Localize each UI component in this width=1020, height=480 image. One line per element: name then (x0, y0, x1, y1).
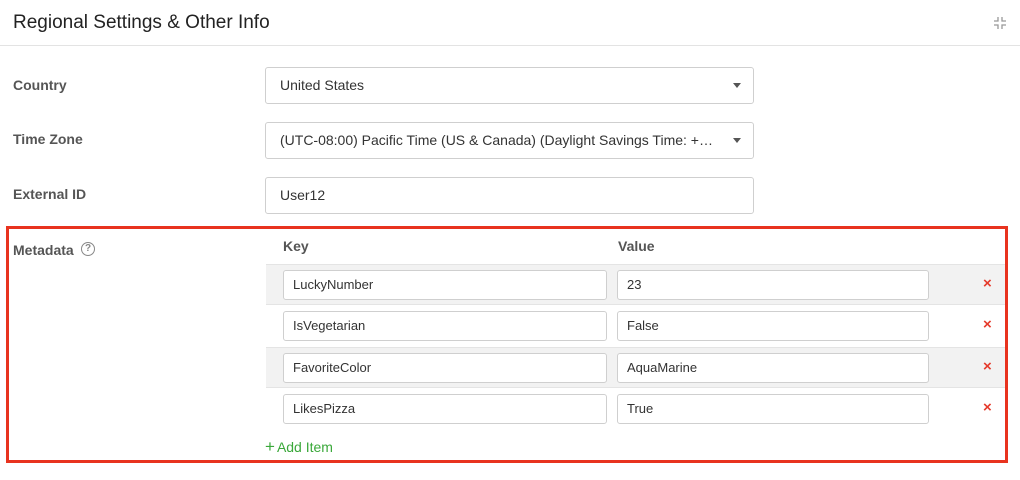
remove-row-icon[interactable]: × (983, 358, 992, 375)
metadata-key-input[interactable]: LuckyNumber (283, 270, 607, 300)
remove-row-icon[interactable]: × (983, 399, 992, 416)
metadata-row: LikesPizza True × (266, 389, 1005, 430)
country-select[interactable]: United States (265, 67, 754, 104)
metadata-key-input[interactable]: LikesPizza (283, 394, 607, 424)
external-id-input[interactable]: User12 (265, 177, 754, 214)
country-select-value: United States (280, 77, 365, 93)
timezone-select[interactable]: (UTC-08:00) Pacific Time (US & Canada) (… (265, 122, 754, 159)
metadata-value-input[interactable]: True (617, 394, 929, 424)
chevron-down-icon (733, 138, 741, 143)
metadata-value-input[interactable]: 23 (617, 270, 929, 300)
key-column-header: Key (283, 238, 309, 254)
metadata-row: FavoriteColor AquaMarine × (266, 347, 1005, 388)
metadata-value-input[interactable]: AquaMarine (617, 353, 929, 383)
timezone-select-value: (UTC-08:00) Pacific Time (US & Canada) (… (280, 132, 720, 148)
metadata-key-input[interactable]: IsVegetarian (283, 311, 607, 341)
metadata-row: LuckyNumber 23 × (266, 264, 1005, 305)
country-label: Country (13, 77, 67, 93)
collapse-icon[interactable] (993, 16, 1007, 30)
panel-header: Regional Settings & Other Info (0, 0, 1020, 46)
remove-row-icon[interactable]: × (983, 316, 992, 333)
value-column-header: Value (618, 238, 655, 254)
remove-row-icon[interactable]: × (983, 275, 992, 292)
metadata-value-input[interactable]: False (617, 311, 929, 341)
plus-icon: + (265, 437, 275, 456)
chevron-down-icon (733, 83, 741, 88)
timezone-label: Time Zone (13, 131, 83, 147)
add-item-button[interactable]: + Add Item (265, 437, 333, 457)
add-item-label: Add Item (276, 439, 333, 455)
metadata-label: Metadata (13, 242, 74, 258)
help-icon[interactable]: ? (81, 242, 95, 256)
metadata-key-input[interactable]: FavoriteColor (283, 353, 607, 383)
panel-title: Regional Settings & Other Info (13, 12, 270, 33)
metadata-row: IsVegetarian False × (266, 306, 1005, 347)
external-id-label: External ID (13, 186, 87, 202)
